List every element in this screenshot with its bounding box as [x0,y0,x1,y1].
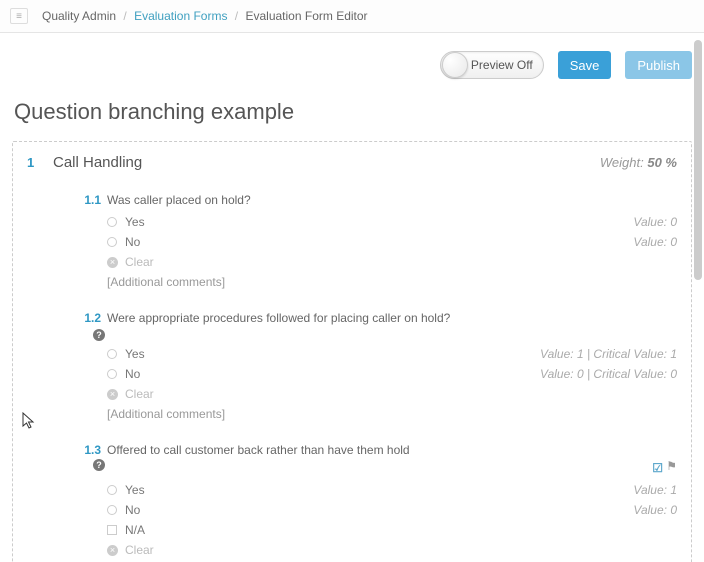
question-1-3: 1.3 Offered to call customer back rather… [73,443,677,557]
radio-icon [107,485,117,495]
publish-button[interactable]: Publish [625,51,692,79]
additional-comments[interactable]: [Additional comments] [107,275,677,289]
answer-label: Yes [125,347,145,361]
breadcrumb-sep: / [123,9,126,23]
answer-value: Value: 0 [633,503,677,517]
section-weight: Weight: 50 % [600,155,677,170]
clear-label: Clear [125,387,154,401]
radio-icon [107,217,117,227]
weight-value: 50 % [647,155,677,170]
question-number: 1.3 [73,443,101,457]
topbar: ≡ Quality Admin / Evaluation Forms / Eva… [0,0,704,33]
question-number: 1.1 [73,193,101,207]
clear-label: Clear [125,543,154,557]
radio-icon [107,505,117,515]
question-1-1: 1.1 Was caller placed on hold? Yes Value… [73,193,677,289]
main-content: Preview Off Save Publish Question branch… [0,33,704,562]
flag-icon[interactable]: ⚑ [666,459,677,473]
answers: Yes Value: 0 No Value: 0 × Clear [Additi… [107,215,677,289]
answer-na[interactable]: N/A [107,523,677,537]
section-call-handling: 1 Call Handling Weight: 50 % 1.1 Was cal… [12,141,692,562]
section-header: 1 Call Handling Weight: 50 % [23,154,677,171]
answer-yes[interactable]: Yes Value: 0 [107,215,677,229]
breadcrumb-item-quality-admin[interactable]: Quality Admin [42,9,116,23]
question-text: Were appropriate procedures followed for… [107,311,450,325]
clear-button[interactable]: × Clear [107,543,677,557]
additional-comments[interactable]: [Additional comments] [107,407,677,421]
section-number: 1 [23,155,53,170]
clear-label: Clear [125,255,154,269]
answer-label: No [125,367,140,381]
answer-label: Yes [125,215,145,229]
toggle-knob [442,52,468,78]
checkbox-icon [107,525,117,535]
clear-icon: × [107,545,118,556]
breadcrumb-sep: / [235,9,238,23]
answer-value: Value: 0 [633,215,677,229]
question-number: 1.2 [73,311,101,325]
breadcrumb: Quality Admin / Evaluation Forms / Evalu… [42,9,368,23]
menu-icon[interactable]: ≡ [10,8,28,24]
checkbox-checked-icon[interactable]: ☑ [652,461,663,472]
answer-label: No [125,235,140,249]
radio-icon [107,369,117,379]
answer-label: No [125,503,140,517]
answer-no[interactable]: No Value: 0 [107,235,677,249]
radio-icon [107,349,117,359]
clear-button[interactable]: × Clear [107,387,677,401]
answer-yes[interactable]: Yes Value: 1 | Critical Value: 1 [107,347,677,361]
breadcrumb-item-editor: Evaluation Form Editor [245,9,367,23]
preview-toggle[interactable]: Preview Off [440,51,544,79]
page-title: Question branching example [14,99,692,125]
help-icon[interactable]: ? [93,329,105,341]
weight-label: Weight: [600,155,644,170]
breadcrumb-item-evaluation-forms[interactable]: Evaluation Forms [134,9,227,23]
answers: Yes Value: 1 | Critical Value: 1 No Valu… [107,347,677,421]
radio-icon [107,237,117,247]
question-text: Was caller placed on hold? [107,193,251,207]
answer-yes[interactable]: Yes Value: 1 [107,483,677,497]
answer-label: Yes [125,483,145,497]
help-icon[interactable]: ? [93,459,105,471]
clear-button[interactable]: × Clear [107,255,677,269]
answer-label: N/A [125,523,145,537]
answer-value: Value: 0 [633,235,677,249]
clear-icon: × [107,389,118,400]
answer-value: Value: 1 | Critical Value: 1 [540,347,677,361]
preview-toggle-label: Preview Off [471,58,533,72]
answer-no[interactable]: No Value: 0 [107,503,677,517]
question-1-2: 1.2 Were appropriate procedures followed… [73,311,677,421]
answers: ☑ ⚑ Yes Value: 1 No Value: 0 N/A [107,459,677,557]
action-row: Preview Off Save Publish [12,43,692,93]
clear-icon: × [107,257,118,268]
scrollbar[interactable] [694,40,702,280]
save-button[interactable]: Save [558,51,612,79]
answer-value: Value: 0 | Critical Value: 0 [540,367,677,381]
section-title: Call Handling [53,154,142,171]
flag-row: ☑ ⚑ [107,459,677,473]
answer-value: Value: 1 [633,483,677,497]
question-text: Offered to call customer back rather tha… [107,443,410,457]
answer-no[interactable]: No Value: 0 | Critical Value: 0 [107,367,677,381]
